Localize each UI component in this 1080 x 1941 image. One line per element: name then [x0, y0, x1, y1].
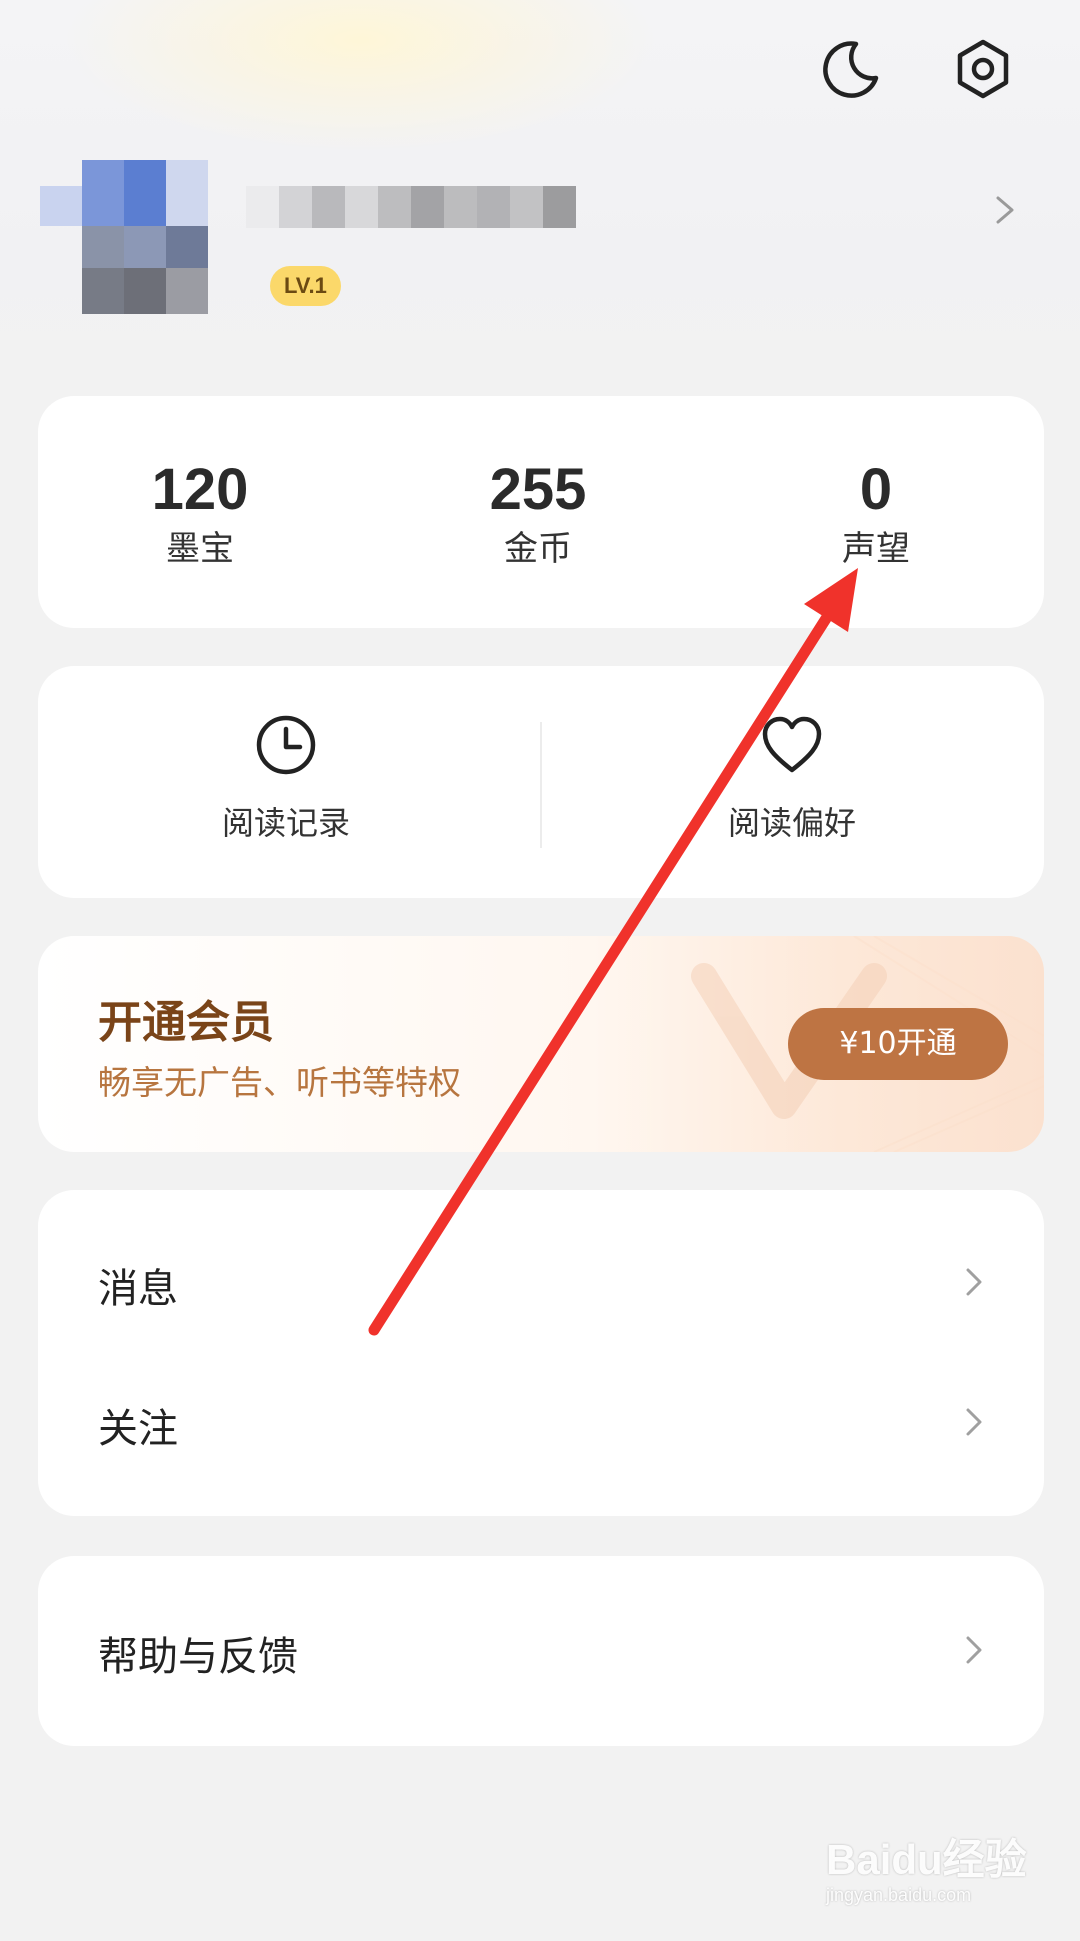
- vip-activate-button[interactable]: ¥10开通: [788, 1008, 1008, 1080]
- reading-preference-button[interactable]: 阅读偏好: [642, 714, 942, 844]
- menu-item-messages[interactable]: 消息: [38, 1212, 1044, 1352]
- stat-value: 120: [151, 457, 249, 522]
- vip-title: 开通会员: [98, 997, 274, 1048]
- stat-label: 金币: [504, 529, 572, 569]
- stat-label: 墨宝: [166, 529, 234, 569]
- settings-icon: [957, 39, 1009, 99]
- stat-mobao[interactable]: 120 墨宝: [90, 458, 310, 572]
- watermark-brand: Baidu经验: [826, 1836, 1027, 1883]
- vip-subtitle: 畅享无广告、听书等特权: [98, 1063, 461, 1102]
- settings-button[interactable]: [950, 36, 1016, 102]
- reading-history-button[interactable]: 阅读记录: [136, 714, 436, 844]
- watermark: Baidu经验 jingyan.baidu.com: [826, 1836, 1036, 1926]
- level-badge: LV.1: [270, 266, 341, 306]
- stat-label: 声望: [842, 529, 910, 569]
- menu-card: 消息 关注: [38, 1190, 1044, 1516]
- chevron-right-icon: [966, 1636, 982, 1664]
- profile-chevron-icon[interactable]: [990, 190, 1020, 230]
- menu-item-help-feedback[interactable]: 帮助与反馈: [38, 1580, 1044, 1720]
- stats-card: 120 墨宝 255 金币 0 声望: [38, 396, 1044, 628]
- menu-card-help: 帮助与反馈: [38, 1556, 1044, 1746]
- moon-icon: [823, 41, 879, 98]
- chevron-right-icon: [966, 1268, 982, 1296]
- heart-icon: [762, 716, 822, 773]
- menu-item-label: 消息: [98, 1266, 178, 1312]
- stat-coins[interactable]: 255 金币: [428, 458, 648, 572]
- stat-value: 255: [489, 457, 587, 522]
- quick-actions-card: 阅读记录 阅读偏好: [38, 666, 1044, 898]
- menu-item-following[interactable]: 关注: [38, 1352, 1044, 1492]
- clock-icon: [256, 715, 316, 775]
- menu-item-label: 关注: [98, 1406, 178, 1452]
- menu-item-label: 帮助与反馈: [98, 1634, 298, 1680]
- divider: [540, 722, 542, 848]
- watermark-url: jingyan.baidu.com: [826, 1885, 972, 1905]
- username-redacted: [246, 186, 576, 228]
- vip-banner[interactable]: 开通会员 畅享无广告、听书等特权 ¥10开通: [38, 936, 1044, 1152]
- quick-action-label: 阅读偏好: [727, 804, 856, 842]
- stat-value: 0: [859, 457, 893, 522]
- quick-action-label: 阅读记录: [221, 804, 350, 842]
- avatar[interactable]: [40, 160, 230, 330]
- night-mode-button[interactable]: [818, 36, 884, 102]
- stat-reputation[interactable]: 0 声望: [766, 458, 986, 572]
- chevron-right-icon: [966, 1408, 982, 1436]
